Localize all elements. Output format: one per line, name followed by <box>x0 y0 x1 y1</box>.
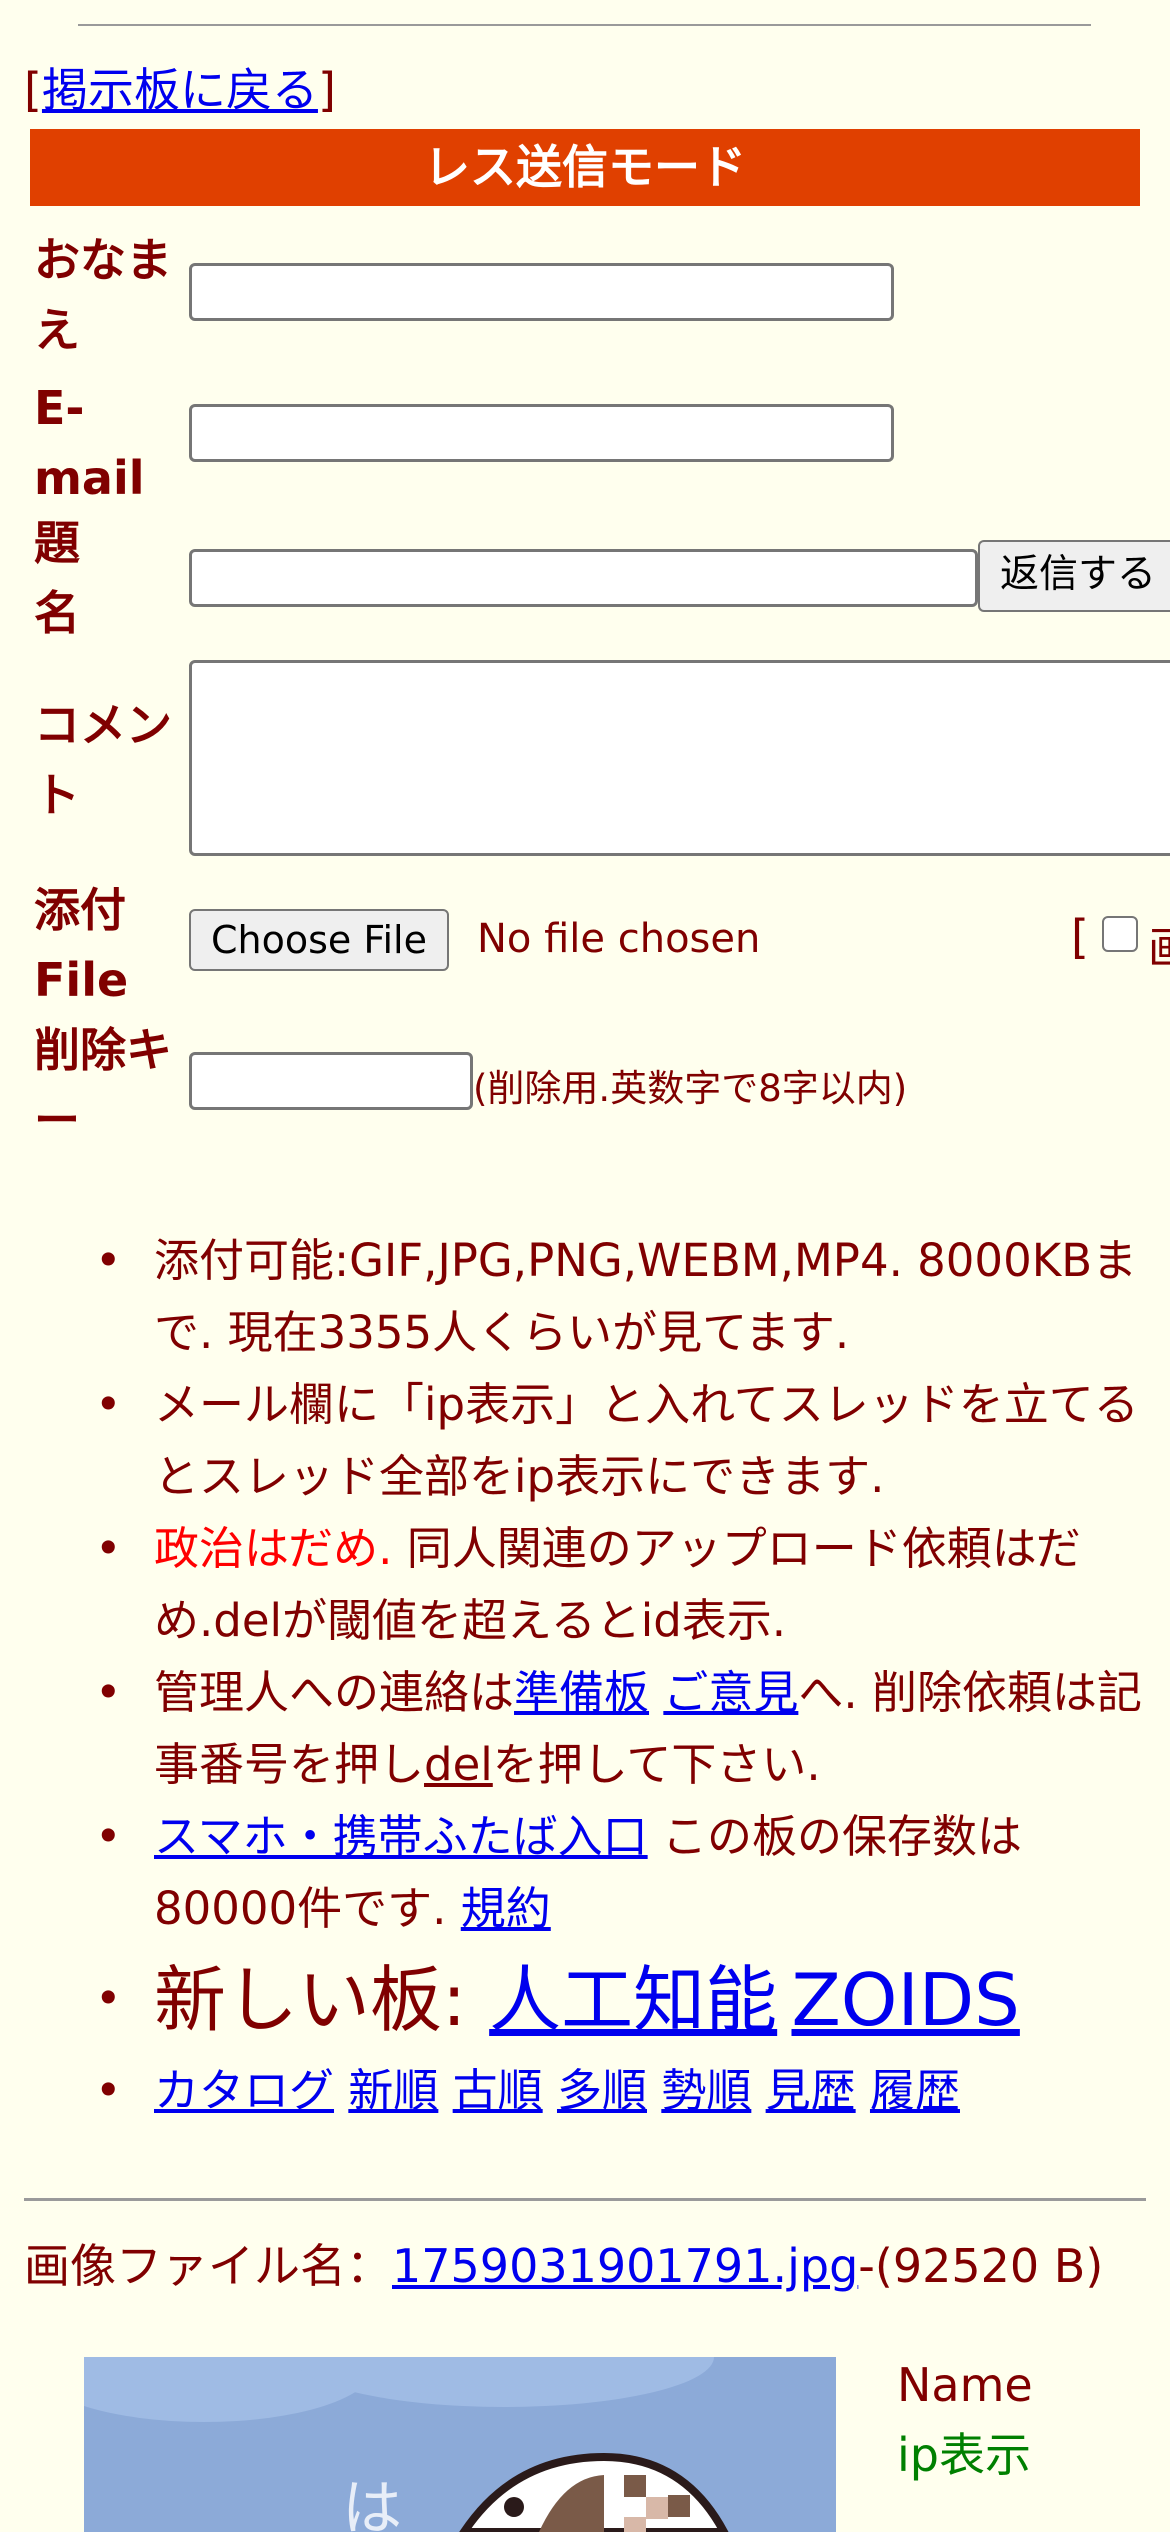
back-to-board-link[interactable]: 掲示板に戻る <box>42 63 318 117</box>
delete-key-note: (削除用.英数字で8字以内) <box>473 1067 908 1110</box>
rule-politics: 政治はだめ. 同人関連のアップロード依頼はだめ.delが閾値を超えるとid表示. <box>0 1513 1144 1657</box>
sort-nav: カタログ 新順 古順 多順 勢順 見歴 履歴 <box>0 2055 1144 2127</box>
new-boards: 新しい板: 人工知能 ZOIDS <box>0 1945 1144 2055</box>
post-thumbnail[interactable]: は <box>84 2357 836 2532</box>
delete-key-input[interactable] <box>189 1052 473 1110</box>
delete-key-label: 削除キー <box>34 1023 172 1147</box>
top-divider <box>78 24 1091 26</box>
rule-contact: 管理人への連絡は準備板 ご意見へ. 削除依頼は記事番号を押しdelを押して下さい… <box>0 1657 1144 1801</box>
prep-board-link[interactable]: 準備板 <box>514 1666 649 1719</box>
reply-mode-banner: レス送信モード <box>30 129 1140 206</box>
extra-option-label: 画 <box>1148 912 1170 976</box>
reply-submit-button[interactable]: 返信する <box>978 540 1170 612</box>
rule-ip-display: メール欄に「ip表示」と入れてスレッドを立てるとスレッド全部をip表示にできます… <box>0 1369 1144 1513</box>
sort-old-link[interactable]: 古順 <box>453 2064 543 2117</box>
rule-mobile: スマホ・携帯ふたば入口 この板の保存数は80000件です. 規約 <box>0 1801 1144 1945</box>
mobile-entrance-link[interactable]: スマホ・携帯ふたば入口 <box>154 1810 648 1863</box>
name-input[interactable] <box>189 263 894 321</box>
ip-display-label: ip表示 <box>897 2428 1031 2482</box>
extra-option-checkbox[interactable] <box>1102 916 1138 952</box>
post-history-link[interactable]: 履歴 <box>870 2064 960 2117</box>
choose-file-button[interactable]: Choose File <box>189 909 449 971</box>
subject-label: 題名 <box>34 516 80 640</box>
post-file-info: 画像ファイル名：1759031901791.jpg-(92520 B) <box>24 2239 1104 2293</box>
email-label: E-mail <box>34 381 145 505</box>
back-nav: [掲示板に戻る] <box>24 63 336 117</box>
del-link[interactable]: del <box>424 1738 493 1791</box>
poster-name: Name <box>897 2358 1033 2412</box>
file-label: 添付File <box>34 883 129 1007</box>
subject-input[interactable] <box>189 549 978 607</box>
terms-link[interactable]: 規約 <box>461 1882 551 1935</box>
sort-momentum-link[interactable]: 勢順 <box>661 2064 751 2117</box>
svg-text:は: は <box>342 2474 402 2532</box>
post-image-link[interactable]: 1759031901791.jpg <box>392 2239 858 2293</box>
name-label: おなまえ <box>34 233 172 357</box>
sort-new-link[interactable]: 新順 <box>348 2064 438 2117</box>
sort-many-link[interactable]: 多順 <box>557 2064 647 2117</box>
thumbnail-image: は <box>84 2357 836 2532</box>
zoids-board-link[interactable]: ZOIDS <box>791 1958 1019 2042</box>
catalog-link[interactable]: カタログ <box>154 2064 334 2117</box>
board-rules-list: 添付可能:GIF,JPG,PNG,WEBM,MP4. 8000KBまで. 現在3… <box>0 1225 1170 2127</box>
feedback-link[interactable]: ご意見 <box>663 1666 798 1719</box>
ai-board-link[interactable]: 人工知能 <box>489 1958 777 2042</box>
section-divider <box>24 2198 1146 2201</box>
comment-textarea[interactable] <box>189 660 1170 856</box>
comment-label: コメント <box>34 698 172 822</box>
rule-attachments: 添付可能:GIF,JPG,PNG,WEBM,MP4. 8000KBまで. 現在3… <box>0 1225 1144 1369</box>
email-input[interactable] <box>189 404 894 462</box>
extra-option-bracket: [ <box>1071 910 1089 964</box>
viewed-history-link[interactable]: 見歴 <box>766 2064 856 2117</box>
no-file-status: No file chosen <box>477 916 761 962</box>
